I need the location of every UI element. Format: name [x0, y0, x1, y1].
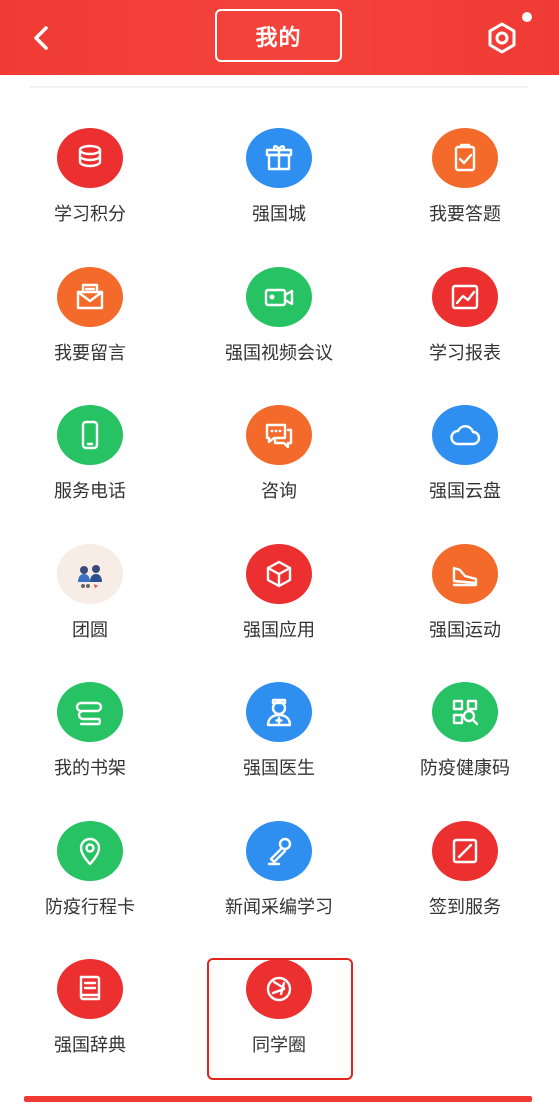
gift-box-icon — [246, 128, 312, 188]
menu-item-label: 强国医生 — [243, 758, 315, 779]
coins-stack-icon — [57, 128, 123, 188]
cube-icon — [246, 543, 312, 604]
menu-item[interactable]: 强国辞典 — [0, 927, 180, 1057]
menu-item-label: 团圆 — [72, 619, 108, 641]
menu-item-label: 签到服务 — [429, 896, 501, 918]
cloud-icon — [432, 405, 498, 465]
qr-code-icon — [432, 682, 498, 742]
shoe-icon — [432, 543, 498, 604]
books-icon — [57, 682, 123, 742]
notification-dot — [522, 12, 532, 22]
menu-item[interactable]: 服务电话 — [0, 373, 180, 503]
menu-item-label: 强国城 — [252, 204, 306, 225]
menu-item[interactable]: 同学圈 — [189, 927, 369, 1057]
menu-item-label: 强国云盘 — [429, 481, 501, 502]
menu-item[interactable]: 强国医生 — [189, 650, 369, 780]
menu-item-label: 强国辞典 — [54, 1035, 126, 1056]
bottom-bar — [24, 1096, 532, 1102]
doctor-icon — [246, 682, 312, 742]
menu-item[interactable]: 学习积分 — [0, 96, 180, 226]
menu-item[interactable]: 强国运动 — [375, 512, 555, 642]
circle-ring-icon — [246, 959, 312, 1019]
microphone-icon — [246, 820, 312, 881]
menu-item-label: 同学圈 — [252, 1035, 306, 1056]
menu-item[interactable]: 强国城 — [189, 96, 369, 226]
menu-item[interactable]: 防疫行程卡 — [0, 789, 180, 919]
menu-item[interactable]: 强国应用 — [189, 512, 369, 642]
menu-item-label: 新闻采编学习 — [225, 896, 333, 918]
page-title: 我的 — [215, 9, 342, 62]
reunion-illustration-icon — [57, 543, 123, 604]
menu-item-label: 学习积分 — [54, 204, 126, 225]
menu-item-label: 我要答题 — [429, 204, 501, 225]
envelope-icon — [57, 266, 123, 327]
phone-icon — [57, 405, 123, 465]
menu-item[interactable]: 我要留言 — [0, 235, 180, 365]
chat-bubbles-icon — [246, 405, 312, 465]
menu-item[interactable]: 学习报表 — [375, 235, 555, 365]
menu-item-label: 学习报表 — [429, 342, 501, 364]
dictionary-icon — [57, 959, 123, 1019]
back-arrow-icon[interactable] — [24, 20, 60, 56]
menu-item-label: 强国应用 — [243, 619, 315, 641]
menu-item-label: 防疫健康码 — [420, 758, 510, 779]
menu-item[interactable]: 咨询 — [189, 373, 369, 503]
menu-item[interactable]: 签到服务 — [375, 789, 555, 919]
menu-item[interactable]: 团圆 — [0, 512, 180, 642]
top-bar: 我的 — [0, 0, 559, 75]
menu-item[interactable]: 新闻采编学习 — [189, 789, 369, 919]
menu-item[interactable]: 我要答题 — [375, 96, 555, 226]
settings-gear-icon[interactable] — [484, 20, 520, 56]
menu-item-label: 我的书架 — [54, 758, 126, 779]
menu-item-label: 强国视频会议 — [225, 342, 333, 364]
menu-item-label: 防疫行程卡 — [45, 896, 135, 918]
divider — [30, 86, 528, 88]
location-pin-icon — [57, 820, 123, 881]
menu-item-label: 我要留言 — [54, 342, 126, 364]
video-camera-icon — [246, 266, 312, 327]
menu-item-label: 强国运动 — [429, 619, 501, 641]
menu-item[interactable]: 我的书架 — [0, 650, 180, 780]
menu-item[interactable]: 强国云盘 — [375, 373, 555, 503]
chart-icon — [432, 266, 498, 327]
menu-item-label: 咨询 — [261, 481, 297, 502]
sign-in-icon — [432, 820, 498, 881]
clipboard-icon — [432, 128, 498, 188]
menu-item[interactable]: 强国视频会议 — [189, 235, 369, 365]
menu-item-label: 服务电话 — [54, 481, 126, 502]
menu-item[interactable]: 防疫健康码 — [375, 650, 555, 780]
